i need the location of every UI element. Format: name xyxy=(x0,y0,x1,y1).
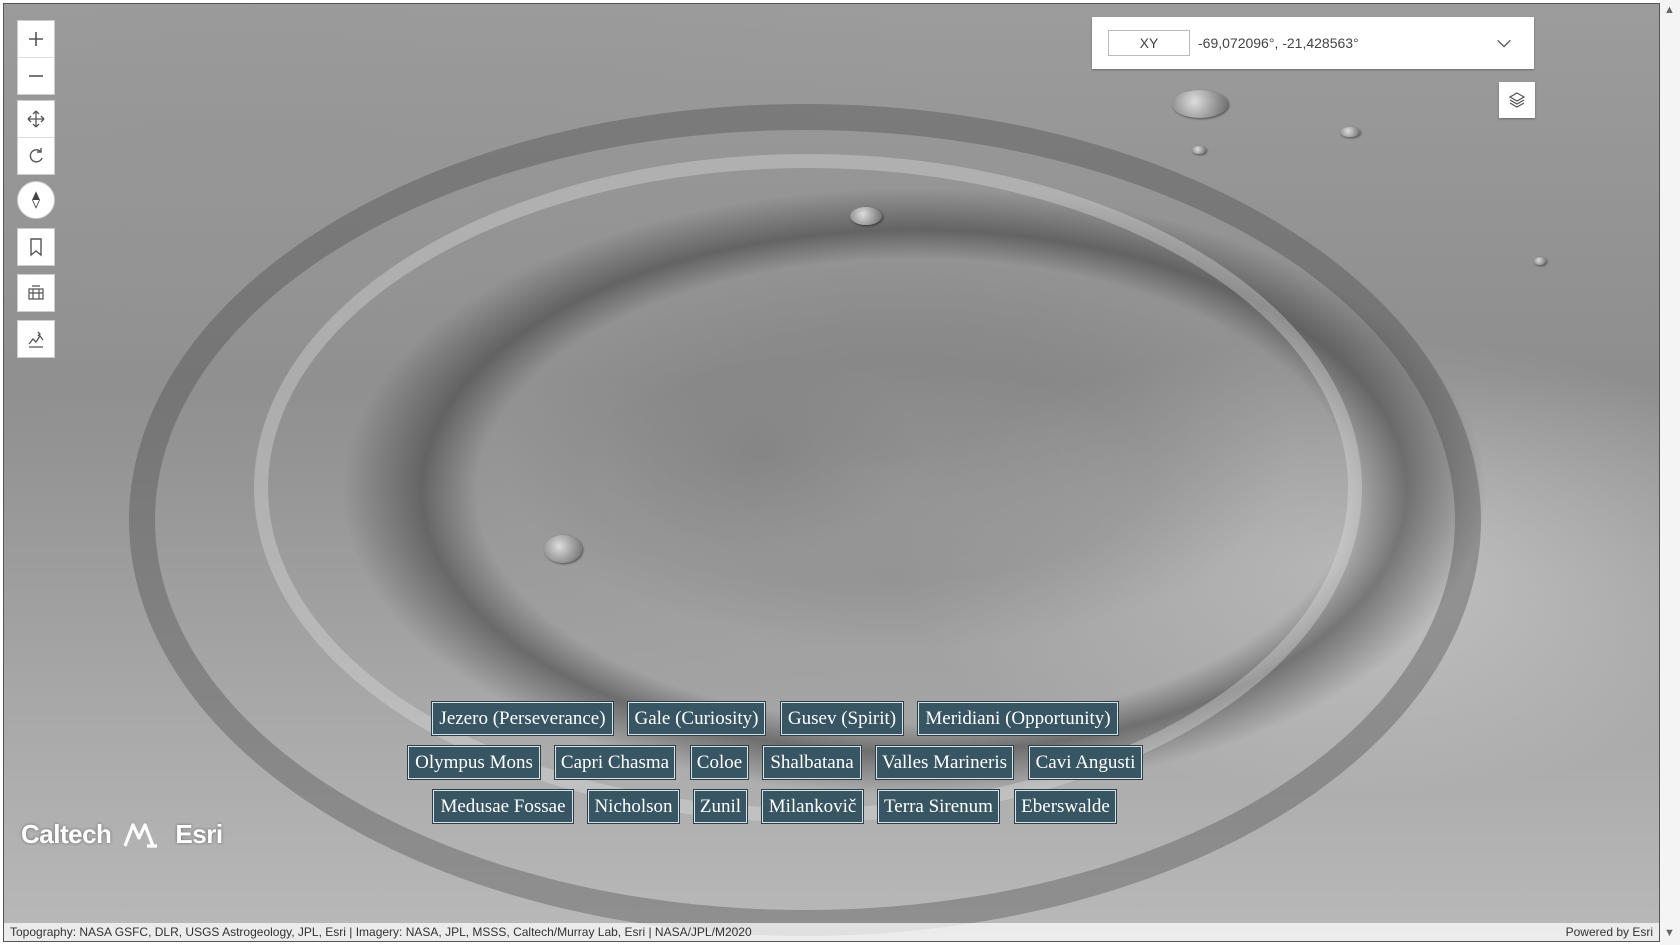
layer-list-button[interactable] xyxy=(1499,82,1535,118)
minus-icon xyxy=(29,75,43,77)
bookmark-jezero[interactable]: Jezero (Perseverance) xyxy=(431,701,614,736)
bookmark-capri-chasma[interactable]: Capri Chasma xyxy=(554,745,676,780)
bookmarks-widget xyxy=(17,228,55,266)
coordinate-conversion-widget: XY -69,072096°, -21,428563° xyxy=(1092,17,1534,69)
daylight-widget xyxy=(17,274,55,312)
elevation-profile-icon xyxy=(28,331,44,348)
page-scrollbar[interactable]: ▲ ▼ xyxy=(1660,0,1680,945)
bookmark-medusae-fossae[interactable]: Medusae Fossae xyxy=(432,789,574,824)
murray-lab-logo xyxy=(123,822,158,848)
bookmark-eberswalde[interactable]: Eberswalde xyxy=(1014,789,1117,824)
map-view[interactable]: XY -69,072096°, -21,428563° Jezero (Pers… xyxy=(3,3,1660,942)
bookmark-shalbatana[interactable]: Shalbatana xyxy=(762,745,862,780)
esri-logo: Esri xyxy=(175,819,223,849)
zoom-out-button[interactable] xyxy=(18,57,54,94)
daylight-button[interactable] xyxy=(18,275,54,311)
bookmark-gusev[interactable]: Gusev (Spirit) xyxy=(780,701,904,736)
elevation-profile-button[interactable] xyxy=(18,321,54,357)
bookmark-milankovic[interactable]: Milankovič xyxy=(761,789,864,824)
bookmark-row: Medusae Fossae Nicholson Zunil Milankovi… xyxy=(4,789,1659,824)
pan-button[interactable] xyxy=(18,101,54,137)
bookmark-valles-marineris[interactable]: Valles Marineris xyxy=(875,745,1014,780)
move-icon xyxy=(27,110,45,128)
caltech-logo: Caltech xyxy=(21,819,112,849)
bookmark-row: Olympus Mons Capri Chasma Coloe Shalbata… xyxy=(4,745,1659,780)
compass-button[interactable] xyxy=(17,181,55,219)
bookmarks-button[interactable] xyxy=(18,229,54,265)
partner-logos: Caltech Esri xyxy=(21,819,223,850)
scroll-up-icon[interactable]: ▲ xyxy=(1664,4,1675,16)
bookmark-cavi-angusti[interactable]: Cavi Angusti xyxy=(1028,745,1143,780)
plus-icon xyxy=(29,32,43,46)
bookmark-terra-sirenum[interactable]: Terra Sirenum xyxy=(877,789,1000,824)
chevron-down-icon xyxy=(1497,39,1511,48)
compass-icon xyxy=(32,191,40,209)
attribution-bar[interactable]: Topography: NASA GSFC, DLR, USGS Astroge… xyxy=(4,923,1659,941)
bookmark-coloe[interactable]: Coloe xyxy=(690,745,749,780)
layers-icon xyxy=(1508,92,1526,108)
grid-icon xyxy=(28,285,44,300)
bookmark-icon xyxy=(30,238,42,257)
bookmark-gale[interactable]: Gale (Curiosity) xyxy=(627,701,766,736)
coordinate-format-select[interactable]: XY xyxy=(1108,30,1190,56)
zoom-toolbar xyxy=(17,20,55,95)
bookmark-meridiani[interactable]: Meridiani (Opportunity) xyxy=(917,701,1119,736)
expand-coordinates-button[interactable] xyxy=(1484,23,1524,63)
bookmark-nicholson[interactable]: Nicholson xyxy=(587,789,680,824)
bookmark-olympus-mons[interactable]: Olympus Mons xyxy=(407,745,541,780)
rotate-icon xyxy=(29,148,43,163)
zoom-in-button[interactable] xyxy=(18,21,54,57)
attribution-text: Topography: NASA GSFC, DLR, USGS Astroge… xyxy=(10,925,752,939)
powered-by-esri[interactable]: Powered by Esri xyxy=(1566,925,1653,939)
scroll-down-icon[interactable]: ▼ xyxy=(1664,927,1675,939)
navigation-toolbar xyxy=(17,100,55,175)
bookmark-row: Jezero (Perseverance) Gale (Curiosity) G… xyxy=(4,701,1659,736)
rotate-button[interactable] xyxy=(18,137,54,174)
elevation-profile-widget xyxy=(17,320,55,358)
coordinate-readout: -69,072096°, -21,428563° xyxy=(1198,35,1359,51)
bookmark-zunil[interactable]: Zunil xyxy=(693,789,748,824)
